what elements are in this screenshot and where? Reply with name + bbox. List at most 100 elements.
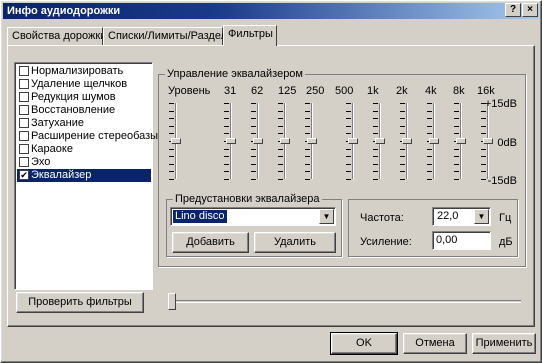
filter-item-stereo-widen[interactable]: Расширение стереобазы xyxy=(17,130,158,143)
eq-slider-thumb[interactable] xyxy=(307,138,317,144)
checkbox[interactable] xyxy=(19,66,29,76)
chevron-down-icon[interactable]: ▼ xyxy=(474,209,489,224)
filter-label: Караоке xyxy=(31,143,73,155)
filter-label: Нормализировать xyxy=(31,65,124,77)
eq-tick xyxy=(481,156,486,157)
eq-tick xyxy=(454,103,459,104)
eq-tick xyxy=(346,103,351,104)
band-label: 1k xyxy=(367,85,379,97)
filter-item-karaoke[interactable]: Караоке xyxy=(17,143,151,156)
eq-tick xyxy=(481,133,486,134)
db-max-label: +15dB xyxy=(484,98,517,110)
eq-tick xyxy=(373,156,378,157)
help-button[interactable]: ? xyxy=(505,3,521,17)
eq-tick xyxy=(251,179,256,180)
preset-value: Lino disco xyxy=(173,210,227,223)
eq-tick xyxy=(454,164,459,165)
eq-tick xyxy=(251,156,256,157)
eq-tick xyxy=(346,164,351,165)
close-button[interactable]: × xyxy=(522,3,538,17)
eq-tick xyxy=(278,118,283,119)
ok-button[interactable]: OK xyxy=(330,332,398,355)
eq-slider-thumb[interactable] xyxy=(375,138,385,144)
close-icon: × xyxy=(527,4,533,15)
filter-item-echo[interactable]: Эхо xyxy=(17,156,151,169)
eq-tick xyxy=(251,133,256,134)
equalizer-group-title: Управление эквалайзером xyxy=(165,68,305,80)
eq-tick xyxy=(305,133,310,134)
eq-tick xyxy=(373,133,378,134)
eq-tick xyxy=(305,118,310,119)
filter-item-noise-reduction[interactable]: Редукция шумов xyxy=(17,91,151,104)
eq-slider-thumb[interactable] xyxy=(226,138,236,144)
eq-tick xyxy=(224,179,229,180)
eq-tick xyxy=(400,133,405,134)
delete-preset-button[interactable]: Удалить xyxy=(254,232,336,253)
eq-tick xyxy=(251,103,256,104)
eq-slider-thumb[interactable] xyxy=(280,138,290,144)
eq-tick xyxy=(224,103,229,104)
eq-tick xyxy=(400,111,405,112)
eq-tick xyxy=(169,164,174,165)
checkbox[interactable] xyxy=(19,92,29,102)
cancel-button[interactable]: Отмена xyxy=(403,333,467,354)
eq-tick xyxy=(481,179,486,180)
eq-slider-thumb[interactable] xyxy=(456,138,466,144)
eq-tick xyxy=(373,179,378,180)
filter-item-declick[interactable]: Удаление щелчков xyxy=(17,78,151,91)
checkbox[interactable] xyxy=(19,131,29,141)
eq-tick xyxy=(346,111,351,112)
filter-item-restoration[interactable]: Восстановление xyxy=(17,104,151,117)
title-bar: Инфо аудиодорожки xyxy=(3,3,539,19)
eq-tick xyxy=(400,149,405,150)
eq-slider-thumb[interactable] xyxy=(402,138,412,144)
test-position-track[interactable] xyxy=(171,300,521,303)
frequency-value: 22,0 xyxy=(437,210,459,222)
eq-tick xyxy=(251,118,256,119)
add-preset-button[interactable]: Добавить xyxy=(172,232,249,253)
tab-lists-limits[interactable]: Списки/Лимиты/Разделы xyxy=(103,27,235,45)
filter-item-equalizer[interactable]: ✔ Эквалайзер xyxy=(17,169,151,182)
eq-tick xyxy=(346,156,351,157)
eq-tick xyxy=(251,111,256,112)
eq-tick xyxy=(400,103,405,104)
eq-tick xyxy=(427,126,432,127)
gain-input[interactable]: 0,00 xyxy=(432,231,491,250)
chevron-down-icon[interactable]: ▼ xyxy=(319,209,334,224)
eq-slider-thumb[interactable] xyxy=(348,138,358,144)
eq-tick xyxy=(454,111,459,112)
eq-tick xyxy=(427,133,432,134)
checkbox[interactable] xyxy=(19,79,29,89)
test-position-thumb[interactable] xyxy=(168,293,176,310)
preset-select[interactable]: Lino disco ▼ xyxy=(170,207,336,226)
checkbox[interactable] xyxy=(19,157,29,167)
checkbox-checked[interactable]: ✔ xyxy=(19,170,29,180)
checkbox[interactable] xyxy=(19,105,29,115)
filter-item-normalize[interactable]: Нормализировать xyxy=(17,65,151,78)
eq-tick xyxy=(400,126,405,127)
frequency-label: Частота: xyxy=(360,212,404,224)
test-filters-button[interactable]: Проверить фильтры xyxy=(16,292,144,313)
band-label: 8k xyxy=(453,85,465,97)
frequency-select[interactable]: 22,0 ▼ xyxy=(432,207,491,226)
eq-slider-thumb[interactable] xyxy=(483,138,493,144)
eq-slider-thumb[interactable] xyxy=(253,138,263,144)
eq-tick xyxy=(305,156,310,157)
eq-tick xyxy=(346,133,351,134)
eq-slider-thumb[interactable] xyxy=(171,138,181,144)
eq-tick xyxy=(278,156,283,157)
checkbox[interactable] xyxy=(19,118,29,128)
checkbox[interactable] xyxy=(19,144,29,154)
apply-button[interactable]: Применить xyxy=(472,333,536,354)
eq-tick xyxy=(400,156,405,157)
tab-filters[interactable]: Фильтры xyxy=(223,25,277,46)
tab-track-properties[interactable]: Свойства дорожки xyxy=(7,27,106,45)
filter-list[interactable]: Нормализировать Удаление щелчков Редукци… xyxy=(14,62,158,290)
eq-tick xyxy=(454,149,459,150)
checkmark-icon: ✔ xyxy=(20,170,28,180)
eq-tick xyxy=(169,156,174,157)
eq-slider-thumb[interactable] xyxy=(429,138,439,144)
filter-item-fade[interactable]: Затухание xyxy=(17,117,151,130)
eq-tick xyxy=(278,126,283,127)
band-label: 250 xyxy=(306,85,325,97)
